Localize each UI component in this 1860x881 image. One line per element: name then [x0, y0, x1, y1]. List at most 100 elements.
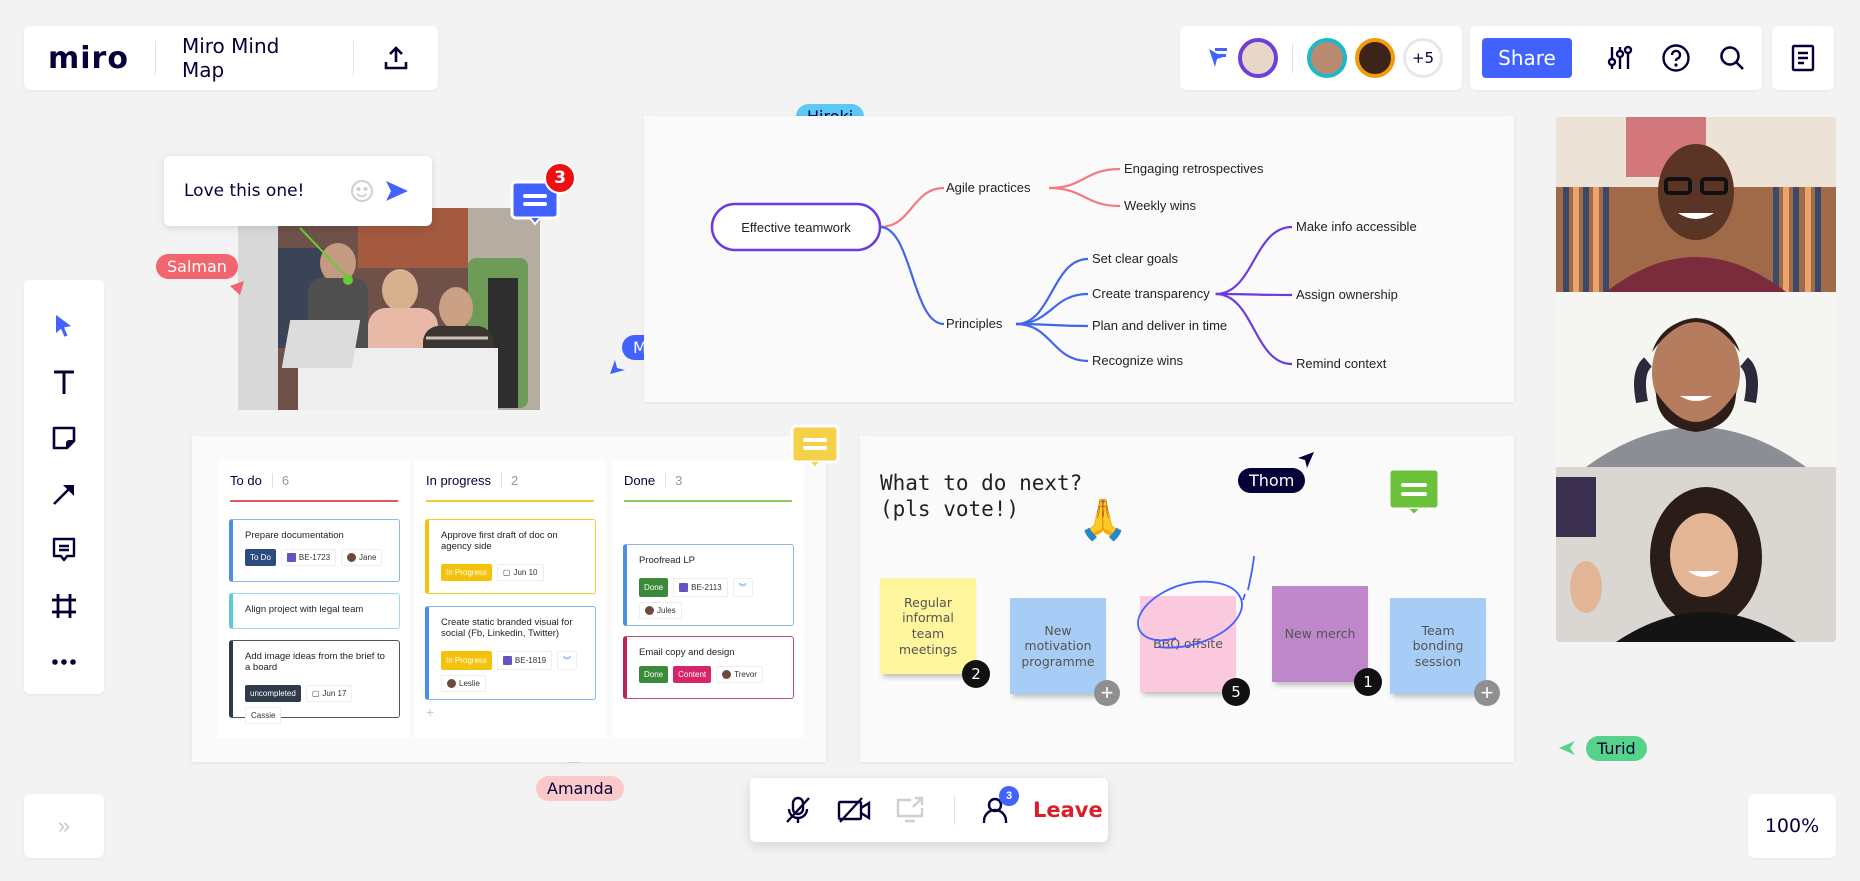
actions-bar: Share	[1470, 26, 1762, 90]
participants-button[interactable]: 3	[971, 786, 1019, 834]
jira-icon	[286, 553, 296, 562]
team-photo[interactable]	[238, 208, 540, 410]
comment-thread-marker[interactable]: 3	[510, 162, 576, 226]
kanban-card[interactable]: Prepare documentation To Do BE-1723 Jane	[229, 519, 400, 582]
status-chip: Done	[639, 666, 669, 683]
assignee-name: Trevor	[734, 670, 757, 679]
mindmap-node[interactable]: Plan and deliver in time	[1092, 318, 1227, 333]
mindmap-edge	[1048, 186, 1121, 208]
notes-button[interactable]	[1772, 26, 1834, 90]
yellow-comment-marker[interactable]	[790, 424, 840, 470]
sticky-note[interactable]: New merch	[1272, 586, 1368, 682]
more-collaborators[interactable]: +5	[1403, 38, 1443, 78]
issue-key: BE-1723	[298, 553, 331, 562]
vote-title: What to do next? (pls vote!)	[880, 470, 1082, 522]
kanban-card[interactable]: Proofread LP Done BE-2113 ︾ Jules	[623, 544, 794, 626]
sticky-note[interactable]: New motivation programme	[1010, 598, 1106, 694]
priority-lowest-icon: ︾	[732, 578, 753, 597]
kanban-card[interactable]: Add image ideas from the brief to a boar…	[229, 640, 400, 724]
divider	[1292, 43, 1293, 73]
date-chip: ▢ Jun 10	[496, 564, 544, 581]
board-title[interactable]: Miro Mind Map	[182, 34, 327, 82]
arrow-icon	[53, 485, 74, 505]
card-title: Proofread LP	[639, 555, 695, 566]
frame-tool[interactable]	[40, 582, 88, 630]
issue-chip: BE-2113	[673, 578, 728, 597]
calendar-icon: ▢	[311, 689, 320, 698]
calendar-icon: ▢	[502, 568, 511, 577]
sliders-icon	[1607, 45, 1633, 69]
cursor-label-amanda: Amanda	[536, 776, 625, 801]
collaborator-avatar[interactable]	[1238, 38, 1278, 78]
column-title: Done	[624, 472, 656, 488]
sticky-note-tool[interactable]	[40, 414, 88, 462]
send-icon[interactable]	[384, 179, 410, 203]
mindmap-node[interactable]: Assign ownership	[1296, 287, 1398, 302]
more-icon	[52, 659, 76, 665]
assignee-name: Leslie	[459, 679, 480, 688]
connection-line-tool[interactable]	[40, 470, 88, 518]
microphone-toggle[interactable]	[770, 786, 826, 834]
assignee-name: Jane	[359, 553, 377, 562]
screen-share-button[interactable]	[882, 786, 938, 834]
collaborator-avatar[interactable]	[1355, 38, 1395, 78]
mindmap-node[interactable]: Agile practices	[946, 180, 1031, 195]
miro-logo[interactable]: miro	[48, 41, 129, 76]
video-tile[interactable]	[1556, 467, 1836, 642]
collaborators-bar: +5	[1180, 26, 1462, 90]
mindmap-edge	[1215, 292, 1293, 366]
kanban-card[interactable]: Email copy and design Done Content Trevor	[623, 636, 794, 699]
comment-input[interactable]	[184, 181, 344, 201]
column-count: 3	[665, 472, 682, 488]
leave-call-button[interactable]: Leave	[1033, 798, 1103, 822]
export-button[interactable]	[354, 26, 438, 90]
kanban-card[interactable]: Approve first draft of doc on agency sid…	[425, 519, 596, 594]
sticky-note[interactable]: Regular informal team meetings	[880, 578, 976, 674]
mindmap-node[interactable]: Create transparency	[1092, 286, 1210, 301]
green-comment-marker[interactable]	[1386, 466, 1442, 518]
mindmap-node[interactable]: Recognize wins	[1092, 353, 1184, 368]
camera-toggle[interactable]	[826, 786, 882, 834]
expand-panel-button[interactable]: »	[24, 794, 104, 858]
search-button[interactable]	[1704, 34, 1760, 82]
text-tool[interactable]	[40, 358, 88, 406]
follow-cursor-icon[interactable]	[1206, 45, 1230, 71]
mindmap-edge	[1215, 292, 1293, 297]
share-button[interactable]: Share	[1482, 38, 1572, 78]
cursor-thom-icon	[1298, 452, 1314, 468]
add-vote-button[interactable]: +	[1474, 680, 1500, 706]
comment-tool[interactable]	[40, 526, 88, 574]
video-tile[interactable]	[1556, 292, 1836, 467]
mindmap-root-label: Effective teamwork	[741, 220, 851, 235]
mindmap-node[interactable]: Weekly wins	[1124, 198, 1197, 213]
mindmap-node[interactable]: Make info accessible	[1296, 219, 1417, 234]
divider	[154, 41, 156, 75]
add-vote-button[interactable]: +	[1094, 680, 1120, 706]
emoji-icon[interactable]	[350, 179, 374, 203]
zoom-level[interactable]: 100%	[1748, 794, 1836, 858]
mindmap-node[interactable]: Principles	[946, 316, 1003, 331]
mindmap-node[interactable]: Engaging retrospectives	[1124, 161, 1264, 176]
vote-count-badge: 2	[962, 660, 990, 688]
help-button[interactable]	[1648, 34, 1704, 82]
assignee-avatar	[347, 553, 357, 562]
kanban-card[interactable]: Align project with legal team	[229, 593, 400, 629]
mindmap-node[interactable]: Set clear goals	[1092, 251, 1178, 266]
cursor-turid-icon	[1559, 741, 1575, 755]
collaborator-avatar[interactable]	[1307, 38, 1347, 78]
mindmap-node[interactable]: Remind context	[1296, 356, 1387, 371]
video-tile[interactable]	[1556, 117, 1836, 292]
sticky-note[interactable]: Team bonding session	[1390, 598, 1486, 694]
settings-button[interactable]	[1592, 34, 1648, 82]
mindmap-edge	[1048, 167, 1121, 190]
comment-popup	[164, 156, 432, 226]
assignee-name: Jules	[657, 606, 676, 615]
cursor-salman-icon	[230, 281, 244, 295]
add-card-button[interactable]: +	[426, 704, 434, 720]
kanban-card[interactable]: Create static branded visual for social …	[425, 606, 596, 700]
board-header: miro Miro Mind Map	[24, 26, 438, 90]
column-title: To do	[230, 472, 262, 488]
select-tool[interactable]	[40, 302, 88, 350]
due-date: Jun 17	[322, 689, 347, 698]
more-tools-button[interactable]	[40, 638, 88, 686]
